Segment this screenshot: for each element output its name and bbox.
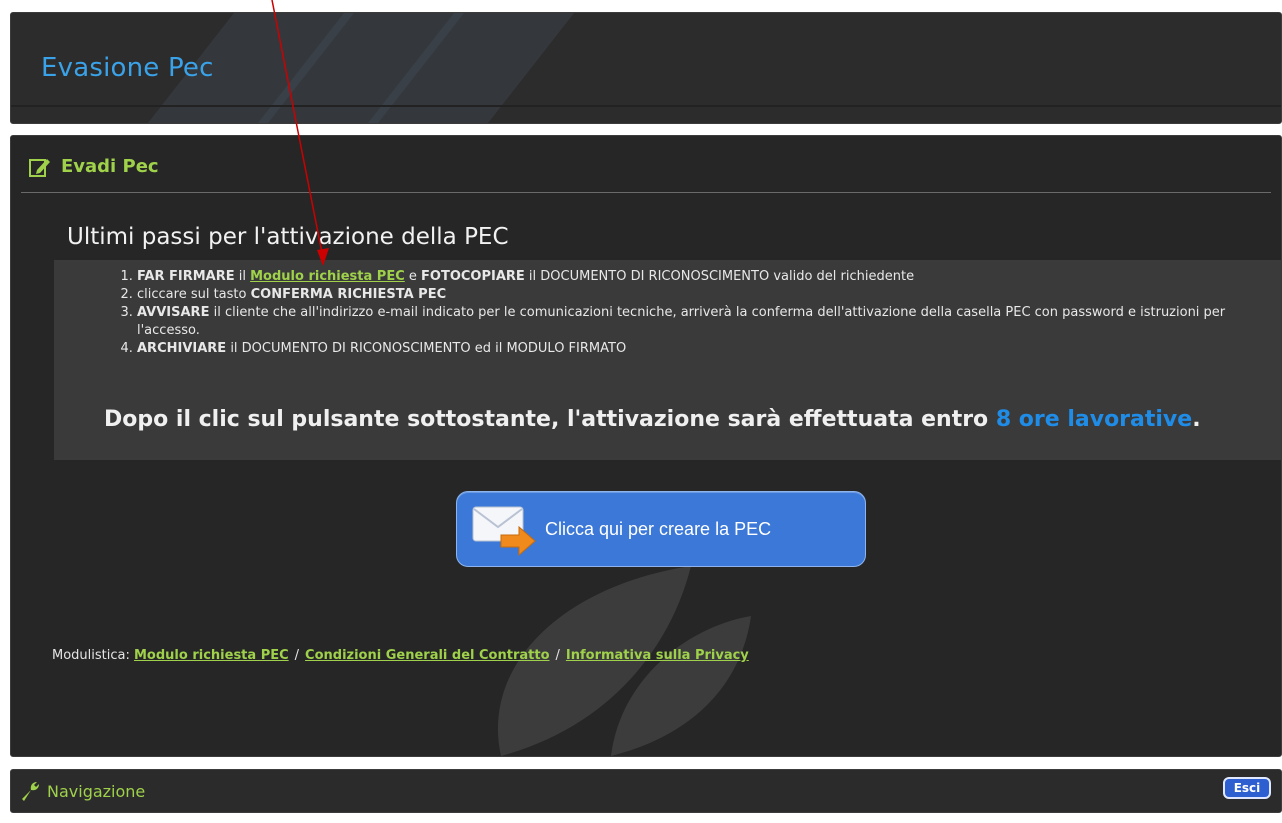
app-title: Evasione Pec [41,53,214,83]
step-keyword: FOTOCOPIARE [421,269,525,284]
step-item: ARCHIVIARE il DOCUMENTO DI RICONOSCIMENT… [137,340,1282,358]
link-informativa-privacy[interactable]: Informativa sulla Privacy [566,648,749,663]
main-panel: Evadi Pec Ultimi passi per l'attivazione… [10,135,1282,757]
section-title-text: Evadi Pec [61,156,159,177]
modulo-richiesta-link[interactable]: Modulo richiesta PEC [250,269,405,284]
step-text: il cliente che all'indirizzo e-mail indi… [137,305,1226,338]
exit-button[interactable]: Esci [1223,777,1271,799]
activation-notice-end: . [1192,407,1201,432]
edit-icon [29,158,50,177]
wrench-icon [22,782,39,801]
link-condizioni-generali[interactable]: Condizioni Generali del Contratto [305,648,549,663]
step-text: il DOCUMENTO DI RICONOSCIMENTO valido de… [524,269,915,284]
steps-box: FAR FIRMARE il Modulo richiesta PEC e FO… [54,260,1282,460]
section-title: Evadi Pec [29,156,159,177]
step-keyword: ARCHIVIARE [137,341,227,356]
separator: / [555,648,560,663]
separator: / [294,648,300,663]
step-item: AVVISARE il cliente che all'indirizzo e-… [137,304,1282,340]
step-keyword: CONFERMA RICHIESTA PEC [250,287,447,302]
step-text: cliccare sul tasto [137,287,251,302]
step-item: FAR FIRMARE il Modulo richiesta PEC e FO… [137,268,1282,286]
mail-arrow-icon [472,506,536,557]
navigation-heading: Navigazione [19,780,145,802]
activation-notice: Dopo il clic sul pulsante sottostante, l… [104,407,1201,432]
header-divider [11,105,1281,107]
modulistica-label: Modulistica: [52,648,134,663]
step-keyword: AVVISARE [137,305,210,320]
section-divider [21,192,1271,193]
modulistica-links: Modulistica: Modulo richiesta PEC / Condiz… [52,648,749,663]
create-pec-label: Clicca qui per creare la PEC [545,518,772,539]
navigation-bar: Navigazione Esci [10,769,1282,813]
navigation-label: Navigazione [47,781,146,801]
create-pec-button[interactable]: Clicca qui per creare la PEC [456,491,866,567]
step-text: e [404,269,422,284]
step-item: cliccare sul tasto CONFERMA RICHIESTA PE… [137,286,1282,304]
step-text: il [234,269,251,284]
step-keyword: FAR FIRMARE [137,269,235,284]
link-modulo-richiesta[interactable]: Modulo richiesta PEC [134,648,289,663]
step-text: il DOCUMENTO DI RICONOSCIMENTO ed il MOD… [226,341,627,356]
activation-time-highlight: 8 ore lavorative [995,407,1193,432]
page-heading: Ultimi passi per l'attivazione della PEC [67,224,509,250]
activation-notice-text: Dopo il clic sul pulsante sottostante, l… [104,407,996,432]
steps-list: FAR FIRMARE il Modulo richiesta PEC e FO… [54,268,1282,358]
header-bar: Evasione Pec [10,12,1282,124]
